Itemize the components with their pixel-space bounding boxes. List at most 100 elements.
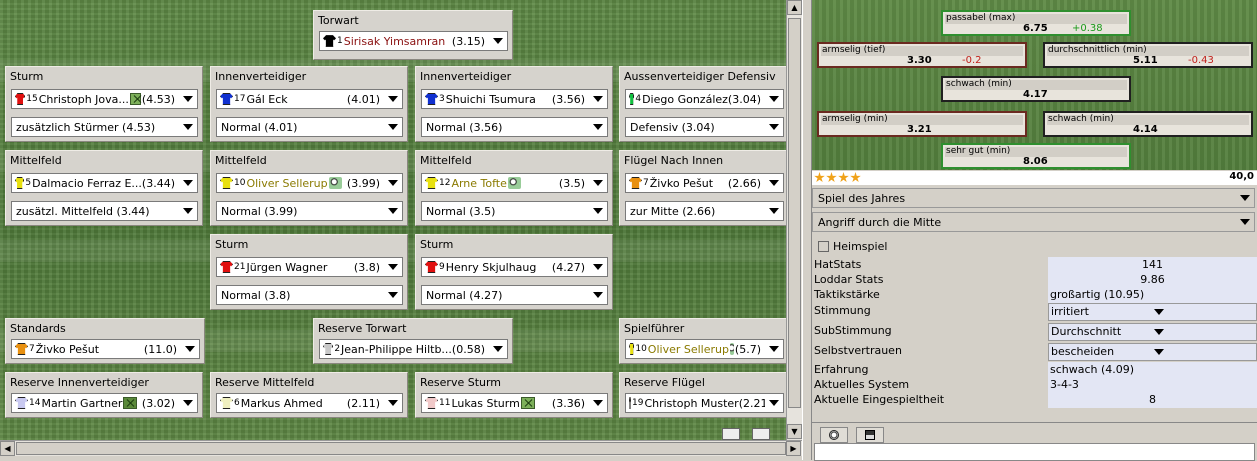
chevron-down-icon[interactable] bbox=[589, 394, 607, 412]
chevron-down-icon[interactable] bbox=[384, 394, 402, 412]
chevron-down-icon[interactable] bbox=[384, 90, 402, 108]
player-select[interactable]: 6 Markus Ahmed (2.11) bbox=[216, 393, 403, 413]
submood-select[interactable]: Durchschnitt bbox=[1048, 323, 1257, 341]
chevron-down-icon[interactable] bbox=[765, 174, 783, 192]
player-name: Jürgen Wagner bbox=[246, 260, 328, 274]
order-select[interactable]: Normal (3.99) bbox=[216, 201, 403, 221]
player-select[interactable]: 15 Christoph Jova... (4.53) bbox=[11, 89, 198, 109]
order-select[interactable]: zusätzlich Stürmer (4.53) bbox=[11, 117, 198, 137]
chevron-down-icon[interactable] bbox=[489, 32, 507, 50]
chevron-down-icon[interactable] bbox=[589, 258, 607, 276]
chevron-down-icon[interactable] bbox=[765, 118, 783, 136]
chevron-down-icon[interactable] bbox=[384, 118, 402, 136]
position-panel: Sturm 21 Jürgen Wagner (3.8) Normal (3.8) bbox=[210, 234, 408, 310]
chevron-down-icon[interactable] bbox=[1154, 324, 1257, 340]
chevron-down-icon[interactable] bbox=[179, 118, 197, 136]
order-select[interactable]: Normal (3.56) bbox=[421, 117, 608, 137]
chevron-down-icon[interactable] bbox=[1154, 304, 1257, 320]
position-title: Mittelfeld bbox=[215, 154, 267, 167]
chevron-down-icon[interactable] bbox=[765, 394, 783, 412]
scroll-left-icon[interactable]: ◀ bbox=[0, 441, 15, 456]
order-select[interactable]: Defensiv (3.04) bbox=[625, 117, 784, 137]
scroll-right-icon[interactable]: ▶ bbox=[786, 441, 801, 456]
shirt-number: 17 bbox=[234, 94, 246, 104]
order-select[interactable]: Normal (4.01) bbox=[216, 117, 403, 137]
order-value: Normal (4.27) bbox=[426, 288, 503, 302]
split-pane-divider[interactable] bbox=[802, 0, 812, 460]
rating-value: 3.30 bbox=[907, 55, 932, 66]
order-select[interactable]: zusätzl. Mittelfeld (3.44) bbox=[11, 201, 198, 221]
order-select[interactable]: Normal (3.5) bbox=[421, 201, 608, 221]
chevron-down-icon[interactable] bbox=[384, 174, 402, 192]
player-select[interactable]: 17 Gál Eck (4.01) bbox=[216, 89, 403, 109]
checkbox-box[interactable] bbox=[818, 241, 829, 252]
player-select[interactable]: 2 Jean-Philippe Hiltb... (0.58) bbox=[319, 339, 508, 359]
player-select[interactable]: 10 Oliver Sellerup (5.7) bbox=[625, 339, 784, 359]
position-panel: Reserve Sturm 11 Lukas Sturm (3.36) bbox=[415, 372, 613, 418]
player-entry: 2 Jean-Philippe Hiltb... (0.58) bbox=[320, 343, 489, 356]
field-vertical-scrollbar[interactable]: ▲ ▼ bbox=[786, 0, 802, 440]
chevron-down-icon[interactable] bbox=[765, 202, 783, 220]
stat-row-loddar: Loddar Stats 9.86 bbox=[812, 272, 1257, 288]
home-game-checkbox[interactable]: Heimspiel bbox=[818, 240, 887, 253]
position-panel: Aussenverteidiger Defensiv 4 Diego Gonzále… bbox=[619, 66, 786, 142]
chevron-down-icon[interactable] bbox=[489, 340, 507, 358]
chevron-down-icon[interactable] bbox=[179, 90, 197, 108]
chevron-down-icon[interactable] bbox=[1236, 219, 1254, 225]
chevron-down-icon[interactable] bbox=[589, 118, 607, 136]
player-select[interactable]: 19Christoph Muster(2.21) bbox=[625, 393, 784, 413]
jersey-icon bbox=[629, 93, 635, 105]
chevron-down-icon[interactable] bbox=[1236, 195, 1254, 201]
confidence-select[interactable]: bescheiden bbox=[1048, 343, 1257, 361]
player-entry: 6 Markus Ahmed (2.11) bbox=[217, 397, 384, 410]
position-title: Sturm bbox=[420, 238, 454, 251]
chevron-down-icon[interactable] bbox=[765, 340, 783, 358]
player-select[interactable]: 10 Oliver Sellerup (3.99) bbox=[216, 173, 403, 193]
tactic-select[interactable]: Angriff durch die Mitte bbox=[812, 212, 1255, 232]
order-value: zusätzl. Mittelfeld (3.44) bbox=[16, 204, 150, 218]
tab-save[interactable] bbox=[856, 427, 884, 443]
chevron-down-icon[interactable] bbox=[1154, 344, 1257, 360]
player-select[interactable]: 21 Jürgen Wagner (3.8) bbox=[216, 257, 403, 277]
player-select[interactable]: 12 Arne Tofte (3.5) bbox=[421, 173, 608, 193]
player-select[interactable]: 1 Sirisak Yimsamran (3.15) bbox=[319, 31, 508, 51]
jersey-icon bbox=[323, 35, 336, 47]
position-title: Spielführer bbox=[624, 322, 685, 335]
player-entry: 11 Lukas Sturm (3.36) bbox=[422, 397, 589, 410]
player-select[interactable]: 4 Diego González (3.04) bbox=[625, 89, 784, 109]
player-select[interactable]: 9 Henry Skjulhaug (4.27) bbox=[421, 257, 608, 277]
print-icon[interactable] bbox=[722, 428, 740, 440]
chevron-down-icon[interactable] bbox=[589, 202, 607, 220]
order-select[interactable]: Normal (4.27) bbox=[421, 285, 608, 305]
chevron-down-icon[interactable] bbox=[181, 340, 199, 358]
chevron-down-icon[interactable] bbox=[589, 174, 607, 192]
scroll-up-icon[interactable]: ▲ bbox=[787, 0, 802, 15]
chevron-down-icon[interactable] bbox=[384, 202, 402, 220]
field-horizontal-scrollbar[interactable]: ◀ ▶ bbox=[0, 440, 802, 456]
scroll-thumb[interactable] bbox=[16, 442, 786, 455]
player-select[interactable]: 5 Dalmacio Ferraz E... (3.44) bbox=[11, 173, 198, 193]
chevron-down-icon[interactable] bbox=[384, 258, 402, 276]
export-icon[interactable] bbox=[752, 428, 770, 440]
chevron-down-icon[interactable] bbox=[765, 90, 783, 108]
player-select[interactable]: 7 Živko Pešut (11.0) bbox=[11, 339, 200, 359]
chevron-down-icon[interactable] bbox=[384, 286, 402, 304]
scroll-thumb[interactable] bbox=[788, 18, 801, 408]
mood-select[interactable]: irritiert bbox=[1048, 303, 1257, 321]
lineup-field: Torwart 1 Sirisak Yimsamran (3.15) Sturm 15 Ch… bbox=[0, 0, 786, 440]
order-select[interactable]: zur Mitte (2.66) bbox=[625, 201, 784, 221]
chevron-down-icon[interactable] bbox=[179, 394, 197, 412]
match-type-select[interactable]: Spiel des Jahres bbox=[812, 188, 1255, 208]
order-select[interactable]: Normal (3.8) bbox=[216, 285, 403, 305]
chevron-down-icon[interactable] bbox=[179, 174, 197, 192]
chevron-down-icon[interactable] bbox=[179, 202, 197, 220]
player-select[interactable]: 3 Shuichi Tsumura (3.56) bbox=[421, 89, 608, 109]
tab-lineup[interactable] bbox=[820, 427, 848, 443]
scroll-down-icon[interactable]: ▼ bbox=[787, 424, 802, 439]
player-select[interactable]: 11 Lukas Sturm (3.36) bbox=[421, 393, 608, 413]
chevron-down-icon[interactable] bbox=[589, 90, 607, 108]
chevron-down-icon[interactable] bbox=[589, 286, 607, 304]
player-select[interactable]: 7 Živko Pešut (2.66) bbox=[625, 173, 784, 193]
player-select[interactable]: 14 Martin Gartner (3.02) bbox=[11, 393, 198, 413]
shirt-number: 4 bbox=[635, 94, 642, 104]
